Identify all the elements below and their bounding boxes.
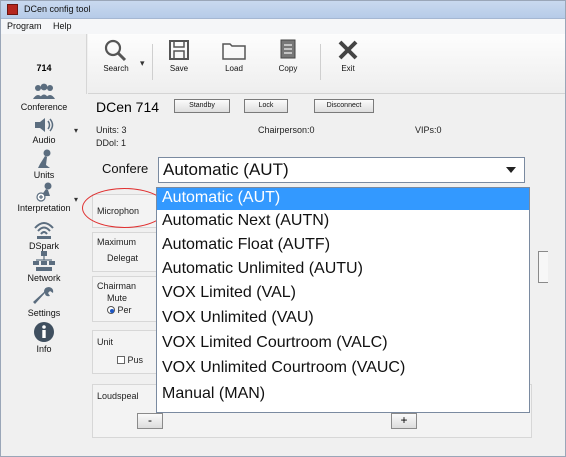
menu-help[interactable]: Help bbox=[53, 21, 72, 31]
folder-icon bbox=[222, 43, 246, 60]
per-radio[interactable] bbox=[107, 306, 115, 314]
per-label: Per bbox=[117, 305, 132, 315]
dspark-icon bbox=[34, 222, 54, 239]
sidebar-label-network: Network bbox=[27, 273, 61, 283]
annotation-highlight bbox=[82, 188, 167, 228]
toolbar: Search ▾ Save Load Copy Exit bbox=[88, 34, 565, 94]
copy-icon bbox=[280, 39, 296, 59]
chairperson-count: Chairperson:0 bbox=[258, 125, 315, 135]
exit-button[interactable]: Exit bbox=[326, 38, 370, 73]
save-icon bbox=[169, 40, 189, 60]
chairman-group: Chairman Mute Per bbox=[92, 276, 162, 322]
app-icon bbox=[7, 4, 18, 15]
close-icon bbox=[338, 40, 358, 60]
sidebar-item-dspark[interactable]: DSpark bbox=[1, 220, 87, 251]
dropdown-option[interactable]: Automatic (AUT) bbox=[157, 188, 529, 210]
copy-label: Copy bbox=[278, 64, 298, 73]
chevron-down-icon[interactable] bbox=[506, 167, 516, 173]
sidebar-label-audio: Audio bbox=[32, 135, 56, 145]
push-option[interactable]: Pus bbox=[117, 355, 143, 365]
dropdown-option[interactable]: Manual (MAN) bbox=[157, 384, 529, 406]
copy-button[interactable]: Copy bbox=[266, 38, 310, 73]
speaker-icon bbox=[35, 118, 54, 132]
toolbar-separator bbox=[320, 44, 321, 80]
conference-icon bbox=[33, 83, 55, 99]
dropdown-option[interactable]: Automatic Next (AUTN) bbox=[157, 211, 529, 233]
sidebar: Conference Audio ▾ Units Interpretation … bbox=[1, 83, 87, 456]
unit-label: Unit bbox=[97, 337, 114, 347]
conference-mode-label: Confere bbox=[102, 161, 149, 176]
sidebar-label-conference: Conference bbox=[20, 102, 68, 112]
network-icon bbox=[33, 251, 55, 271]
sidebar-item-settings[interactable]: Settings bbox=[1, 285, 87, 318]
push-label: Pus bbox=[127, 355, 144, 365]
sidebar-label-settings: Settings bbox=[27, 308, 61, 318]
sidebar-label-info: Info bbox=[36, 344, 52, 354]
dropdown-option[interactable]: VOX Limited Courtroom (VALC) bbox=[157, 333, 529, 355]
dropdown-option[interactable]: Automatic Unlimited (AUTU) bbox=[157, 259, 529, 281]
volume-up-button[interactable]: + bbox=[391, 413, 417, 429]
per-option[interactable]: Per bbox=[107, 305, 132, 315]
mute-label: Mute bbox=[107, 293, 128, 303]
maximum-label: Maximum bbox=[97, 237, 137, 247]
push-checkbox[interactable] bbox=[117, 356, 125, 364]
menu-program[interactable]: Program bbox=[7, 21, 42, 31]
dropdown-option[interactable]: VOX Unlimited (VAU) bbox=[157, 308, 529, 330]
load-button[interactable]: Load bbox=[212, 38, 256, 73]
save-button[interactable]: Save bbox=[157, 38, 201, 73]
sidebar-item-network[interactable]: Network bbox=[1, 250, 87, 283]
lock-button[interactable]: Lock bbox=[244, 99, 288, 113]
volume-down-button[interactable]: - bbox=[137, 413, 163, 429]
save-label: Save bbox=[169, 64, 189, 73]
title-bar: DCen config tool bbox=[1, 1, 565, 19]
load-label: Load bbox=[225, 64, 243, 73]
sidebar-label-units: Units bbox=[33, 170, 55, 180]
conference-mode-dropdown-list[interactable]: Automatic (AUT) Automatic Next (AUTN) Au… bbox=[156, 187, 530, 413]
unit-group: Unit Pus bbox=[92, 330, 162, 374]
app-window: DCen config tool Program Help 714 Search… bbox=[0, 0, 566, 457]
chevron-down-icon[interactable]: ▾ bbox=[74, 126, 78, 135]
partial-button[interactable] bbox=[538, 251, 548, 283]
sidebar-item-info[interactable]: Info bbox=[1, 321, 87, 354]
search-icon bbox=[104, 39, 127, 62]
chevron-down-icon[interactable]: ▾ bbox=[74, 195, 78, 204]
wrench-icon bbox=[33, 287, 54, 304]
window-title: DCen config tool bbox=[24, 4, 91, 14]
interpretation-icon bbox=[36, 182, 52, 202]
search-label: Search bbox=[103, 64, 129, 73]
loudspeaker-label: Loudspeal bbox=[97, 391, 139, 401]
sidebar-label-interpretation: Interpretation bbox=[17, 203, 71, 213]
sidebar-item-units[interactable]: Units bbox=[1, 149, 87, 180]
disconnect-button[interactable]: Disconnect bbox=[314, 99, 374, 113]
vips-count: VIPs:0 bbox=[415, 125, 442, 135]
ddol-count: DDol: 1 bbox=[96, 138, 127, 148]
menu-bar: Program Help bbox=[1, 19, 565, 34]
dropdown-option[interactable]: VOX Limited (VAL) bbox=[157, 283, 529, 305]
maximum-group: Maximum Delegat bbox=[92, 232, 162, 272]
sidebar-item-conference[interactable]: Conference bbox=[1, 83, 87, 112]
conference-mode-combobox[interactable]: Automatic (AUT) bbox=[158, 157, 525, 183]
dropdown-option[interactable]: VOX Unlimited Courtroom (VAUC) bbox=[157, 358, 529, 380]
units-count: Units: 3 bbox=[96, 125, 127, 135]
standby-button[interactable]: Standby bbox=[174, 99, 230, 113]
chairman-label: Chairman bbox=[97, 281, 137, 291]
conference-mode-value: Automatic (AUT) bbox=[163, 160, 289, 179]
exit-label: Exit bbox=[341, 64, 355, 73]
delegate-label: Delegat bbox=[107, 253, 139, 263]
info-icon bbox=[34, 322, 54, 342]
search-dropdown-arrow[interactable]: ▾ bbox=[140, 58, 145, 69]
search-button[interactable]: Search bbox=[94, 38, 138, 73]
dropdown-option[interactable]: Automatic Float (AUTF) bbox=[157, 235, 529, 257]
device-title: DCen 714 bbox=[96, 99, 160, 115]
toolbar-separator bbox=[152, 44, 153, 80]
microphone-icon bbox=[38, 149, 51, 168]
device-label: 714 bbox=[36, 63, 52, 73]
